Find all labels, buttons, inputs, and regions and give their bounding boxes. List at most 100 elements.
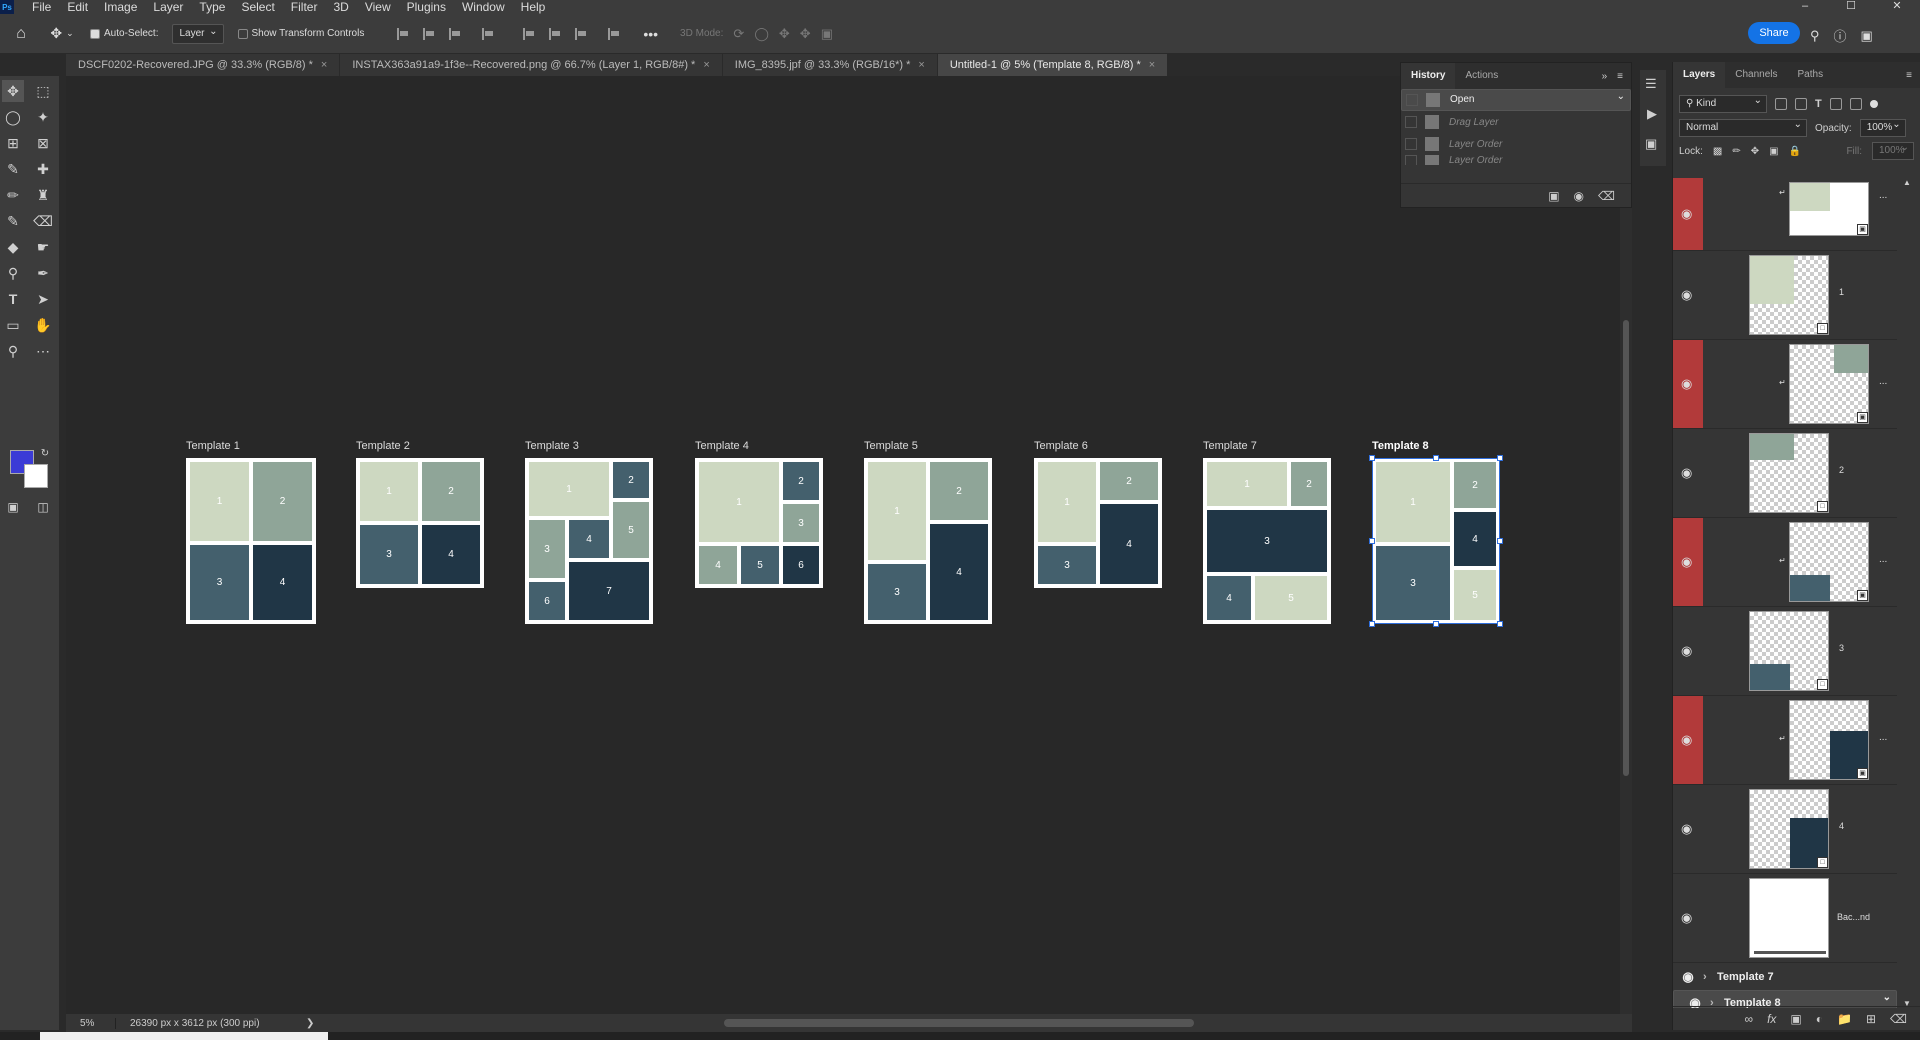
template-5[interactable]: Template 5 1 2 3 4 (864, 440, 992, 624)
pen-tool-icon[interactable]: ✒ (32, 262, 54, 284)
template-8[interactable]: Template 8 1 2 3 4 5 (1369, 440, 1503, 627)
snapshot-checkbox[interactable] (1405, 155, 1417, 165)
type-tool-icon[interactable]: T (2, 288, 24, 310)
auto-select-checkbox[interactable] (90, 28, 100, 39)
properties-icon[interactable]: ▣ (1645, 136, 1657, 152)
menu-view[interactable]: View (357, 0, 399, 14)
rectangle-tool-icon[interactable]: ▭ (2, 314, 24, 336)
close-icon[interactable]: × (1149, 59, 1155, 71)
adjustment-filter-icon[interactable] (1795, 98, 1807, 110)
template-1[interactable]: Template 1 1 2 3 4 (186, 440, 316, 624)
layer-row[interactable]: ◉ ↵ ▣ ... (1673, 696, 1897, 785)
blend-mode-dropdown[interactable]: Normal (1679, 117, 1807, 137)
healing-brush-icon[interactable]: ✚ (32, 158, 54, 180)
scrollbar-thumb[interactable] (1623, 320, 1629, 776)
visibility-eye-icon[interactable]: ◉ (1681, 732, 1692, 748)
status-arrow-icon[interactable]: ❯ (306, 1018, 314, 1029)
filter-toggle-icon[interactable] (1869, 100, 1878, 108)
menu-layer[interactable]: Layer (145, 0, 191, 14)
fill-field[interactable]: 100% (1872, 140, 1914, 160)
lock-pixels-icon[interactable]: ✏ (1732, 146, 1740, 157)
screen-mode-icon[interactable]: ◫ (32, 496, 54, 518)
visibility-eye-icon[interactable]: ◉ (1681, 643, 1692, 659)
snapshot-checkbox[interactable] (1405, 138, 1417, 150)
show-transform-checkbox[interactable] (237, 28, 248, 39)
transform-handle[interactable] (1369, 538, 1375, 544)
link-layers-icon[interactable]: ∞ (1745, 1012, 1754, 1026)
close-window-button[interactable]: ✕ (1874, 0, 1920, 14)
menu-window[interactable]: Window (454, 0, 513, 14)
history-item[interactable]: Layer Order (1401, 133, 1631, 155)
tab-dscf0202[interactable]: DSCF0202-Recovered.JPG @ 33.3% (RGB/8) *… (66, 54, 341, 76)
transform-handle[interactable] (1497, 621, 1503, 627)
visibility-eye-icon[interactable]: ◉ (1673, 969, 1703, 985)
menu-plugins[interactable]: Plugins (399, 0, 454, 14)
3d-slide-icon[interactable]: ✥ (800, 26, 811, 42)
tab-layers[interactable]: Layers (1673, 62, 1726, 88)
layer-row-background[interactable]: ◉ Bac...nd (1673, 874, 1897, 963)
menu-filter[interactable]: Filter (283, 0, 326, 14)
tab-actions[interactable]: Actions (1455, 63, 1508, 89)
path-select-icon[interactable]: ➤ (32, 288, 54, 310)
visibility-eye-icon[interactable]: ◉ (1681, 287, 1692, 303)
more-options-icon[interactable]: ••• (643, 26, 658, 42)
eraser-tool-icon[interactable]: ⌫ (32, 210, 54, 232)
transform-handle[interactable] (1433, 621, 1439, 627)
frame-tool-icon[interactable]: ⊠ (32, 132, 54, 154)
layer-row[interactable]: ◉ □ 3 (1673, 607, 1897, 696)
layer-group-template-7[interactable]: ◉ › Template 7 (1673, 964, 1897, 990)
marquee-tool-icon[interactable]: ⬚ (32, 80, 54, 102)
distribute-vertical-icon[interactable] (608, 27, 620, 40)
magic-wand-icon[interactable]: ✦ (32, 106, 54, 128)
transform-handle[interactable] (1497, 455, 1503, 461)
panel-menu-icon[interactable]: ≡ (1906, 70, 1912, 81)
history-brush-icon[interactable]: ✎ (2, 210, 24, 232)
menu-select[interactable]: Select (233, 0, 282, 14)
paint-bucket-icon[interactable]: ◆ (2, 236, 24, 258)
layer-row[interactable]: ◉ ↵ ▣ ... (1673, 518, 1897, 607)
menu-help[interactable]: Help (513, 0, 554, 14)
new-document-icon[interactable]: ▣ (1548, 189, 1559, 203)
move-tool-icon[interactable]: ✥ (2, 80, 24, 102)
smudge-tool-icon[interactable]: ☛ (32, 236, 54, 258)
pixel-filter-icon[interactable] (1775, 98, 1787, 110)
template-2[interactable]: Template 2 1 2 3 4 (356, 440, 484, 588)
3d-orbit-icon[interactable]: ⟳ (733, 26, 744, 42)
tab-channels[interactable]: Channels (1725, 62, 1787, 88)
visibility-eye-icon[interactable]: ◉ (1681, 821, 1692, 837)
eyedropper-icon[interactable]: ✎ (2, 158, 24, 180)
layers-scrollbar[interactable]: ▲ ▼ (1903, 178, 1913, 1008)
history-item[interactable]: Layer Order (1401, 155, 1631, 165)
fx-icon[interactable]: fx (1767, 1012, 1776, 1026)
template-6[interactable]: Template 6 1 2 3 4 (1034, 440, 1162, 588)
transform-handle[interactable] (1369, 621, 1375, 627)
close-icon[interactable]: × (321, 59, 327, 71)
visibility-eye-icon[interactable]: ◉ (1681, 554, 1692, 570)
lock-artboard-icon[interactable]: ▣ (1769, 146, 1778, 157)
align-bottom-icon[interactable] (575, 27, 587, 40)
lock-position-icon[interactable]: ✥ (1751, 146, 1759, 157)
template-7[interactable]: Template 7 1 2 3 4 5 (1203, 440, 1331, 624)
visibility-eye-icon[interactable]: ◉ (1681, 206, 1692, 222)
visibility-eye-icon[interactable]: ◉ (1681, 376, 1692, 392)
lock-transparent-icon[interactable]: ▩ (1713, 146, 1722, 157)
move-tool-preset-icon[interactable]: ✥ ⌄ (42, 25, 82, 42)
lock-all-icon[interactable]: 🔒 (1789, 146, 1801, 157)
zoom-tool-icon[interactable]: ⚲ (2, 340, 24, 362)
auto-select-dropdown[interactable]: Layer (172, 23, 224, 44)
tab-paths[interactable]: Paths (1788, 62, 1834, 88)
tab-untitled-1[interactable]: Untitled-1 @ 5% (Template 8, RGB/8) * × (937, 54, 1169, 76)
layer-row[interactable]: ◉ □ 4 (1673, 785, 1897, 874)
brush-tool-icon[interactable]: ✏ (2, 184, 24, 206)
type-filter-icon[interactable]: T (1815, 98, 1822, 110)
transform-handle[interactable] (1433, 455, 1439, 461)
new-layer-icon[interactable]: ⊞ (1866, 1012, 1876, 1026)
menu-file[interactable]: File (24, 0, 59, 14)
minimize-button[interactable]: – (1782, 0, 1828, 14)
align-top-icon[interactable] (523, 27, 535, 40)
trash-icon[interactable]: ⌫ (1598, 189, 1615, 203)
panel-menu-icon[interactable]: ≡ (1617, 71, 1623, 82)
stamp-tool-icon[interactable]: ♜ (32, 184, 54, 206)
trash-icon[interactable]: ⌫ (1890, 1012, 1907, 1026)
history-panel-icon[interactable]: ☰ (1645, 76, 1657, 92)
